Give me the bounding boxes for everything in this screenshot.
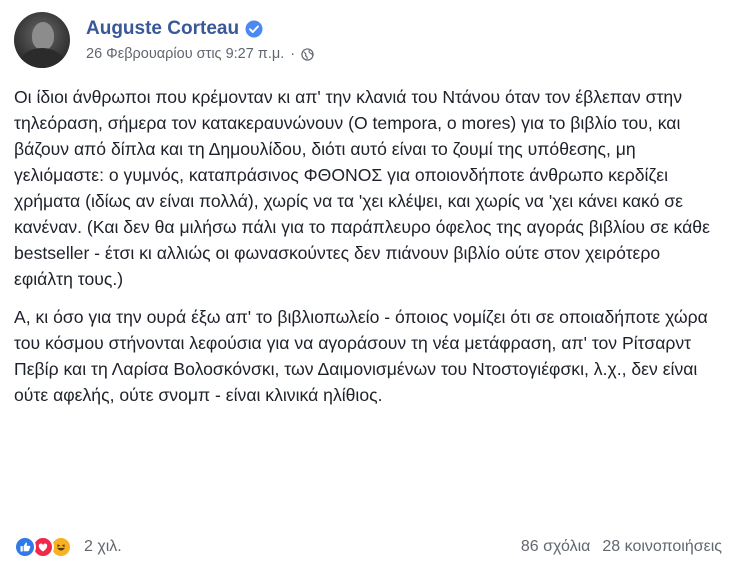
shares-count[interactable]: 28 κοινοποιήσεις: [602, 538, 722, 556]
post-footer: 2 χιλ. 86 σχόλια 28 κοινοποιήσεις: [14, 532, 722, 562]
reactions-count[interactable]: 2 χιλ.: [84, 538, 122, 556]
post-timestamp[interactable]: 26 Φεβρουαρίου στις 9:27 π.μ.: [86, 46, 284, 62]
author-avatar[interactable]: [14, 12, 70, 68]
comments-count[interactable]: 86 σχόλια: [521, 538, 590, 556]
author-row: Auguste Corteau: [86, 18, 263, 40]
globe-icon[interactable]: [301, 47, 314, 61]
avatar-face: [32, 22, 54, 50]
post-meta: 26 Φεβρουαρίου στις 9:27 π.μ. ·: [86, 46, 314, 62]
post-body: Οι ίδιοι άνθρωποι που κρέμονταν κι απ' τ…: [14, 84, 722, 420]
meta-separator: ·: [290, 46, 296, 62]
avatar-body: [20, 48, 64, 68]
post-stats: 86 σχόλια 28 κοινοποιήσεις: [521, 538, 722, 556]
reactions-summary[interactable]: 2 χιλ.: [14, 536, 122, 558]
author-name[interactable]: Auguste Corteau: [86, 18, 239, 40]
post-paragraph-2: Α, κι όσο για την ουρά έξω απ' το βιβλιο…: [14, 307, 708, 405]
reaction-icons: [14, 536, 78, 558]
post-paragraph-1: Οι ίδιοι άνθρωποι που κρέμονταν κι απ' τ…: [14, 87, 710, 289]
post-header: Auguste Corteau 26 Φεβρουαρίου στις 9:27…: [14, 12, 714, 68]
verified-badge-icon: [245, 20, 263, 38]
like-icon: [14, 536, 36, 558]
